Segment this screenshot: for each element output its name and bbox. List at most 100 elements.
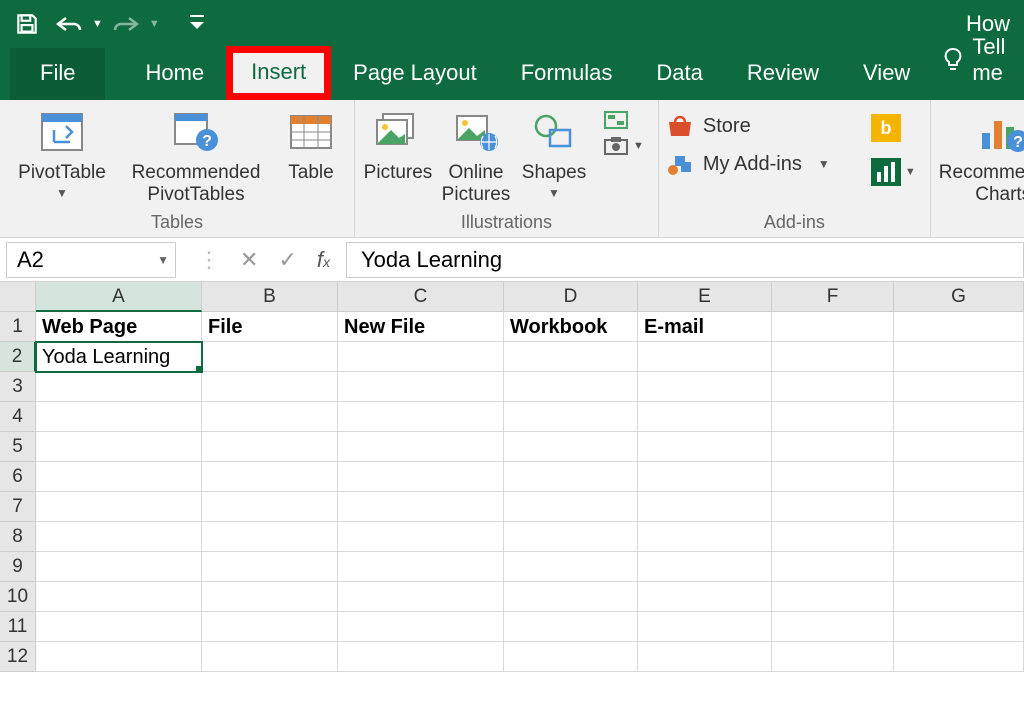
- cell-F12[interactable]: [772, 642, 894, 672]
- cell-G9[interactable]: [894, 552, 1024, 582]
- col-header-G[interactable]: G: [894, 282, 1024, 312]
- cell-G10[interactable]: [894, 582, 1024, 612]
- cell-E10[interactable]: [638, 582, 772, 612]
- cell-G2[interactable]: [894, 342, 1024, 372]
- cell-D2[interactable]: [504, 342, 638, 372]
- cell-B9[interactable]: [202, 552, 338, 582]
- cell-F11[interactable]: [772, 612, 894, 642]
- people-graph-button[interactable]: ▼: [871, 158, 916, 186]
- cell-G5[interactable]: [894, 432, 1024, 462]
- cell-B8[interactable]: [202, 522, 338, 552]
- qat-customize[interactable]: [178, 5, 216, 43]
- enter-icon[interactable]: ✓: [278, 247, 296, 273]
- row-header-7[interactable]: 7: [0, 492, 36, 522]
- shapes-button[interactable]: Shapes ▼: [519, 104, 589, 200]
- cell-F9[interactable]: [772, 552, 894, 582]
- recommended-pivot-button[interactable]: ? Recommended PivotTables: [124, 104, 268, 206]
- cell-D9[interactable]: [504, 552, 638, 582]
- tab-file[interactable]: File: [10, 48, 105, 100]
- cell-G1[interactable]: [894, 312, 1024, 342]
- undo-button[interactable]: [50, 5, 88, 43]
- cell-A12[interactable]: [36, 642, 202, 672]
- cell-A1[interactable]: Web Page: [36, 312, 202, 342]
- save-button[interactable]: [8, 5, 46, 43]
- cell-D6[interactable]: [504, 462, 638, 492]
- tab-formulas[interactable]: Formulas: [499, 48, 635, 100]
- cell-C9[interactable]: [338, 552, 504, 582]
- cell-F1[interactable]: [772, 312, 894, 342]
- cell-E7[interactable]: [638, 492, 772, 522]
- cell-D1[interactable]: Workbook: [504, 312, 638, 342]
- my-addins-button[interactable]: My Add-ins ▼: [667, 152, 857, 176]
- cell-B11[interactable]: [202, 612, 338, 642]
- cell-E9[interactable]: [638, 552, 772, 582]
- cell-D12[interactable]: [504, 642, 638, 672]
- tab-home[interactable]: Home: [123, 48, 226, 100]
- store-button[interactable]: Store: [667, 114, 857, 138]
- cell-G8[interactable]: [894, 522, 1024, 552]
- cell-E6[interactable]: [638, 462, 772, 492]
- row-header-1[interactable]: 1: [0, 312, 36, 342]
- formula-input[interactable]: Yoda Learning: [346, 242, 1024, 278]
- row-header-11[interactable]: 11: [0, 612, 36, 642]
- cell-C6[interactable]: [338, 462, 504, 492]
- chevron-down-icon[interactable]: ▼: [818, 157, 830, 171]
- cell-D10[interactable]: [504, 582, 638, 612]
- cell-A11[interactable]: [36, 612, 202, 642]
- cell-F6[interactable]: [772, 462, 894, 492]
- row-header-5[interactable]: 5: [0, 432, 36, 462]
- cell-B3[interactable]: [202, 372, 338, 402]
- select-all-corner[interactable]: [0, 282, 36, 312]
- cell-F10[interactable]: [772, 582, 894, 612]
- tab-data[interactable]: Data: [634, 48, 724, 100]
- cell-G12[interactable]: [894, 642, 1024, 672]
- cell-F4[interactable]: [772, 402, 894, 432]
- col-header-C[interactable]: C: [338, 282, 504, 312]
- cell-F7[interactable]: [772, 492, 894, 522]
- cell-C10[interactable]: [338, 582, 504, 612]
- pictures-button[interactable]: Pictures: [363, 104, 433, 184]
- fx-icon[interactable]: fx: [317, 247, 330, 273]
- cell-D5[interactable]: [504, 432, 638, 462]
- cell-C1[interactable]: New File: [338, 312, 504, 342]
- row-header-3[interactable]: 3: [0, 372, 36, 402]
- cell-B4[interactable]: [202, 402, 338, 432]
- cell-E2[interactable]: [638, 342, 772, 372]
- cell-F8[interactable]: [772, 522, 894, 552]
- cell-G7[interactable]: [894, 492, 1024, 522]
- cell-D4[interactable]: [504, 402, 638, 432]
- cell-C12[interactable]: [338, 642, 504, 672]
- cell-A2[interactable]: Yoda Learning: [36, 342, 202, 372]
- row-header-8[interactable]: 8: [0, 522, 36, 552]
- cell-A3[interactable]: [36, 372, 202, 402]
- bing-maps-button[interactable]: b: [871, 114, 916, 142]
- cell-A10[interactable]: [36, 582, 202, 612]
- cell-C2[interactable]: [338, 342, 504, 372]
- cell-E4[interactable]: [638, 402, 772, 432]
- cell-D8[interactable]: [504, 522, 638, 552]
- redo-button[interactable]: [107, 5, 145, 43]
- screenshot-button[interactable]: ▼: [603, 136, 644, 156]
- cell-A9[interactable]: [36, 552, 202, 582]
- smartart-button[interactable]: [603, 110, 644, 130]
- cell-B6[interactable]: [202, 462, 338, 492]
- cell-E12[interactable]: [638, 642, 772, 672]
- col-header-A[interactable]: A: [36, 282, 202, 312]
- col-header-F[interactable]: F: [772, 282, 894, 312]
- cell-E8[interactable]: [638, 522, 772, 552]
- online-pictures-button[interactable]: Online Pictures: [441, 104, 511, 206]
- row-header-10[interactable]: 10: [0, 582, 36, 612]
- cell-G3[interactable]: [894, 372, 1024, 402]
- cell-G4[interactable]: [894, 402, 1024, 432]
- table-button[interactable]: Table: [276, 104, 346, 184]
- cell-B10[interactable]: [202, 582, 338, 612]
- cell-D3[interactable]: [504, 372, 638, 402]
- cell-A6[interactable]: [36, 462, 202, 492]
- row-header-2[interactable]: 2: [0, 342, 36, 372]
- cell-F2[interactable]: [772, 342, 894, 372]
- cell-C3[interactable]: [338, 372, 504, 402]
- recommended-charts-button[interactable]: ? Recommended Charts: [939, 104, 1024, 206]
- cell-G6[interactable]: [894, 462, 1024, 492]
- cell-E1[interactable]: E-mail: [638, 312, 772, 342]
- tab-view[interactable]: View: [841, 48, 932, 100]
